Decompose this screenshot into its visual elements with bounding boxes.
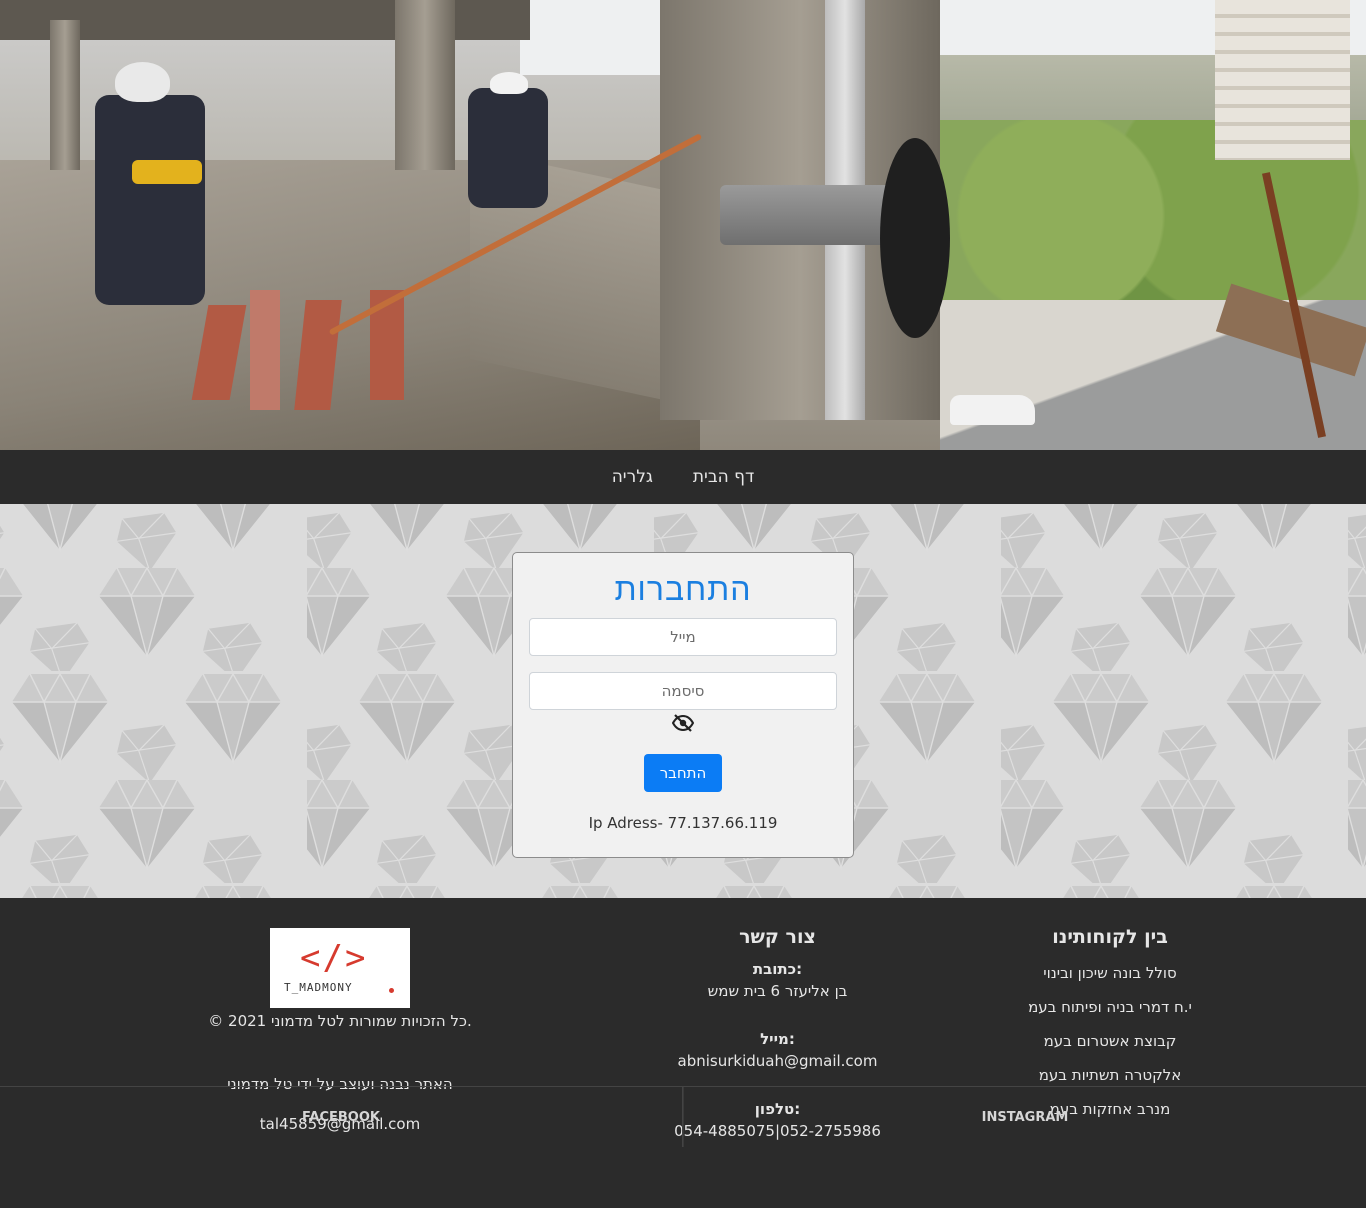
email-label: :מייל bbox=[760, 1030, 795, 1048]
toggle-password-visibility-icon[interactable] bbox=[671, 714, 695, 732]
madmony-logo: </> T_MADMONY bbox=[270, 928, 410, 1008]
client-item: סולל בונה שיכון ובינוי bbox=[1043, 964, 1177, 982]
address-value: בן אליעזר 6 בית שמש bbox=[707, 982, 848, 1000]
nav-home-link[interactable]: דף הבית bbox=[693, 467, 754, 487]
facebook-link[interactable]: FACEBOOK bbox=[0, 1087, 683, 1147]
login-button[interactable]: התחבר bbox=[644, 754, 722, 792]
copyright-text: .כל הזכויות שמורות לטל מדמוני 2021 © bbox=[208, 1012, 472, 1030]
hero-image bbox=[0, 0, 1366, 450]
login-card: התחברות התחבר Ip Adress- 77.137.66.119 bbox=[512, 552, 854, 858]
ip-address-text: Ip Adress- 77.137.66.119 bbox=[588, 814, 778, 832]
contact-email[interactable]: abnisurkiduah@gmail.com bbox=[640, 1052, 915, 1070]
client-item: קבוצת אשטרום בעמ bbox=[1043, 1032, 1177, 1050]
social-bar: FACEBOOK INSTAGRAM bbox=[0, 1086, 1366, 1147]
login-section: התחברות התחבר Ip Adress- 77.137.66.119 bbox=[0, 504, 1366, 898]
address-label: :כתובת bbox=[752, 960, 803, 978]
main-nav: דף הבית גלריה bbox=[0, 450, 1366, 504]
nav-gallery-link[interactable]: גלריה bbox=[612, 467, 653, 487]
password-input[interactable] bbox=[529, 672, 837, 710]
instagram-link[interactable]: INSTAGRAM bbox=[683, 1087, 1366, 1147]
contact-title: צור קשר bbox=[739, 926, 816, 948]
footer: בין לקוחותינו סולל בונה שיכון ובינוי י.ח… bbox=[0, 898, 1366, 1147]
login-title: התחברות bbox=[614, 571, 752, 607]
client-item: י.ח דמרי בניה ופיתוח בעמ bbox=[1028, 998, 1192, 1016]
clients-title: בין לקוחותינו bbox=[1052, 926, 1168, 948]
email-input[interactable] bbox=[529, 618, 837, 656]
client-item: אלקטרה תשתיות בעמ bbox=[1038, 1066, 1182, 1084]
